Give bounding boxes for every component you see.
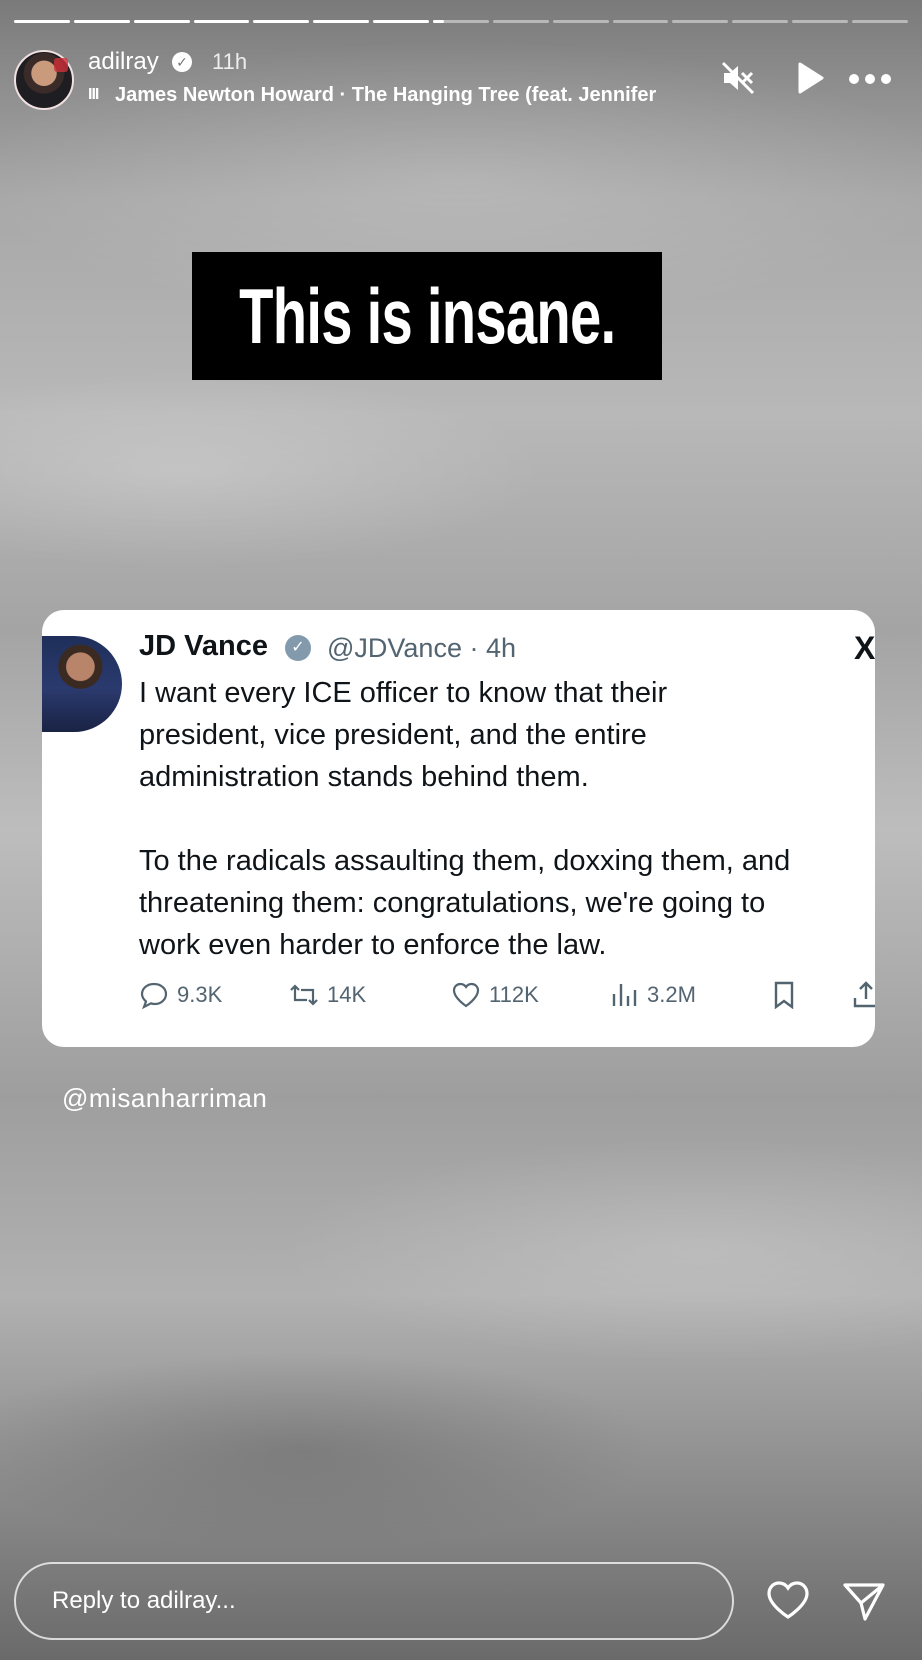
progress-segment bbox=[612, 20, 669, 23]
caption-text: This is insane. bbox=[238, 271, 616, 360]
progress-segment bbox=[492, 20, 549, 23]
tweet-avatar bbox=[42, 636, 122, 732]
more-icon[interactable] bbox=[844, 64, 896, 94]
progress-segment bbox=[852, 20, 908, 23]
reply-count: 9.3K bbox=[177, 982, 223, 1007]
play-icon[interactable] bbox=[794, 60, 826, 96]
tweet-stats: 9.3K 14K 112K 3.2M bbox=[139, 980, 875, 1020]
repost-count: 14K bbox=[327, 982, 367, 1007]
repost-stat: 14K bbox=[289, 980, 366, 1010]
heart-icon bbox=[452, 982, 480, 1008]
verified-icon: ✓ bbox=[285, 635, 311, 661]
story-progress-bar bbox=[14, 20, 908, 24]
repost-icon bbox=[290, 984, 318, 1006]
username[interactable]: adilray bbox=[88, 48, 159, 76]
progress-segment bbox=[313, 20, 370, 23]
views-icon bbox=[612, 984, 637, 1006]
story-header: adilray ✓ 11h III James Newton Howard · … bbox=[14, 46, 908, 116]
reply-stat: 9.3K bbox=[139, 980, 222, 1010]
like-stat: 112K bbox=[451, 980, 539, 1010]
views-count: 3.2M bbox=[647, 982, 696, 1007]
mention-sticker[interactable]: @misanharriman bbox=[62, 1083, 267, 1114]
reply-icon bbox=[140, 982, 168, 1010]
views-stat: 3.2M bbox=[609, 980, 696, 1010]
tweet-text: I want every ICE officer to know that th… bbox=[139, 672, 875, 966]
music-label[interactable]: James Newton Howard · The Hanging Tree (… bbox=[115, 84, 705, 107]
progress-segment bbox=[73, 20, 130, 23]
like-story-heart-icon[interactable] bbox=[766, 1580, 810, 1620]
tweet-handle: @JDVance · 4h bbox=[327, 633, 516, 663]
progress-segment bbox=[193, 20, 250, 23]
share-icon bbox=[851, 980, 875, 1010]
reply-input[interactable]: Reply to adilray... bbox=[14, 1562, 734, 1640]
tweet-line: administration stands behind them. bbox=[139, 761, 589, 793]
progress-segment bbox=[792, 20, 849, 23]
tweet-line: threatening them: congratulations, we're… bbox=[139, 887, 766, 919]
progress-segment bbox=[373, 20, 430, 23]
like-count: 112K bbox=[489, 982, 539, 1007]
muted-speaker-icon[interactable] bbox=[720, 60, 756, 96]
progress-segment bbox=[672, 20, 729, 23]
progress-segment bbox=[14, 20, 70, 23]
bookmark-icon bbox=[769, 980, 799, 1010]
progress-segment bbox=[732, 20, 789, 23]
progress-segment bbox=[552, 20, 609, 23]
story-caption: This is insane. bbox=[192, 252, 662, 380]
post-time: 11h bbox=[212, 49, 248, 74]
send-icon[interactable] bbox=[842, 1580, 886, 1622]
verified-icon: ✓ bbox=[172, 52, 192, 72]
avatar[interactable] bbox=[14, 50, 74, 110]
tweet-line: To the radicals assaulting them, doxxing… bbox=[139, 845, 791, 877]
music-icon: III bbox=[88, 86, 99, 103]
progress-segment bbox=[433, 20, 489, 23]
tweet-card: JD Vance ✓ @JDVance · 4h X I want every … bbox=[42, 610, 875, 1047]
tweet-line: I want every ICE officer to know that th… bbox=[139, 677, 668, 709]
tweet-line: work even harder to enforce the law. bbox=[139, 929, 607, 961]
x-logo-icon: X bbox=[854, 630, 875, 666]
tweet-author-name: JD Vance bbox=[139, 630, 268, 662]
progress-segment bbox=[253, 20, 310, 23]
tweet-line: president, vice president, and the entir… bbox=[139, 719, 647, 751]
progress-segment bbox=[133, 20, 190, 23]
